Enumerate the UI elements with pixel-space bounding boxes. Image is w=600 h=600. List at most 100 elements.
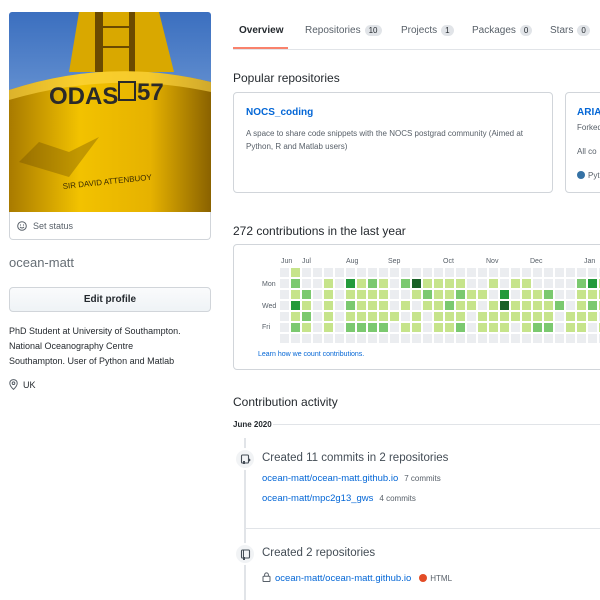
contribution-cell[interactable] (291, 312, 300, 321)
tab-overview[interactable]: Overview (239, 25, 283, 36)
contribution-cell[interactable] (335, 323, 344, 332)
contribution-cell[interactable] (511, 268, 520, 277)
contribution-cell[interactable] (445, 312, 454, 321)
contribution-cell[interactable] (577, 268, 586, 277)
contribution-cell[interactable] (566, 334, 575, 343)
contribution-cell[interactable] (511, 290, 520, 299)
contribution-cell[interactable] (368, 334, 377, 343)
contribution-cell[interactable] (412, 334, 421, 343)
contribution-cell[interactable] (313, 323, 322, 332)
contribution-cell[interactable] (478, 312, 487, 321)
contribution-cell[interactable] (412, 301, 421, 310)
contribution-cell[interactable] (313, 312, 322, 321)
contribution-cell[interactable] (335, 301, 344, 310)
contribution-cell[interactable] (478, 279, 487, 288)
contribution-cell[interactable] (302, 312, 311, 321)
contribution-cell[interactable] (555, 334, 564, 343)
contribution-cell[interactable] (445, 323, 454, 332)
contribution-cell[interactable] (533, 323, 542, 332)
contribution-cell[interactable] (357, 323, 366, 332)
contribution-cell[interactable] (412, 290, 421, 299)
contribution-cell[interactable] (511, 301, 520, 310)
contribution-cell[interactable] (335, 334, 344, 343)
contribution-cell[interactable] (489, 301, 498, 310)
activity-repo-link[interactable]: ocean-matt/ocean-matt.github.io (275, 573, 411, 584)
contribution-cell[interactable] (434, 312, 443, 321)
contribution-cell[interactable] (544, 301, 553, 310)
contribution-cell[interactable] (588, 301, 597, 310)
commit-count-link[interactable]: 7 commits (404, 474, 440, 483)
contribution-cell[interactable] (434, 290, 443, 299)
contribution-cell[interactable] (280, 290, 289, 299)
edit-profile-button[interactable]: Edit profile (9, 287, 211, 312)
contribution-cell[interactable] (346, 279, 355, 288)
contribution-cell[interactable] (577, 290, 586, 299)
contribution-cell[interactable] (423, 268, 432, 277)
contribution-cell[interactable] (357, 268, 366, 277)
contribution-cell[interactable] (588, 279, 597, 288)
contribution-cell[interactable] (390, 334, 399, 343)
contribution-cell[interactable] (588, 312, 597, 321)
contribution-cell[interactable] (280, 268, 289, 277)
contribution-cell[interactable] (302, 279, 311, 288)
contribution-cell[interactable] (544, 312, 553, 321)
contribution-cell[interactable] (401, 334, 410, 343)
contribution-cell[interactable] (324, 279, 333, 288)
learn-contributions-link[interactable]: Learn how we count contributions. (258, 351, 364, 358)
contribution-cell[interactable] (555, 268, 564, 277)
contribution-cell[interactable] (500, 301, 509, 310)
contribution-cell[interactable] (346, 323, 355, 332)
contribution-cell[interactable] (489, 323, 498, 332)
contribution-cell[interactable] (456, 334, 465, 343)
contribution-cell[interactable] (566, 268, 575, 277)
repo-name-link[interactable]: ARIA (577, 107, 600, 118)
contribution-cell[interactable] (566, 312, 575, 321)
contribution-cell[interactable] (522, 290, 531, 299)
set-status-button[interactable]: Set status (9, 212, 211, 240)
contribution-cell[interactable] (401, 290, 410, 299)
contribution-cell[interactable] (313, 301, 322, 310)
contribution-cell[interactable] (324, 290, 333, 299)
contribution-cell[interactable] (346, 290, 355, 299)
contribution-cell[interactable] (456, 301, 465, 310)
contribution-cell[interactable] (445, 268, 454, 277)
contribution-cell[interactable] (489, 268, 498, 277)
contribution-cell[interactable] (588, 268, 597, 277)
contribution-cell[interactable] (346, 312, 355, 321)
contribution-cell[interactable] (478, 334, 487, 343)
contribution-cell[interactable] (511, 279, 520, 288)
contribution-cell[interactable] (280, 334, 289, 343)
contribution-cell[interactable] (467, 301, 476, 310)
contribution-cell[interactable] (500, 312, 509, 321)
repo-name-link[interactable]: NOCS_coding (246, 107, 313, 118)
contribution-cell[interactable] (445, 334, 454, 343)
contribution-cell[interactable] (577, 334, 586, 343)
contribution-cell[interactable] (280, 301, 289, 310)
contribution-cell[interactable] (379, 312, 388, 321)
contribution-cell[interactable] (423, 334, 432, 343)
contribution-cell[interactable] (478, 268, 487, 277)
contribution-cell[interactable] (511, 312, 520, 321)
contribution-cell[interactable] (577, 279, 586, 288)
contribution-cell[interactable] (555, 323, 564, 332)
contribution-cell[interactable] (434, 323, 443, 332)
contribution-cell[interactable] (368, 279, 377, 288)
contribution-cell[interactable] (280, 323, 289, 332)
contribution-cell[interactable] (291, 268, 300, 277)
contribution-cell[interactable] (522, 334, 531, 343)
contribution-cell[interactable] (456, 268, 465, 277)
contribution-cell[interactable] (291, 323, 300, 332)
contribution-cell[interactable] (434, 334, 443, 343)
contribution-cell[interactable] (577, 323, 586, 332)
contribution-cell[interactable] (379, 268, 388, 277)
contribution-cell[interactable] (401, 268, 410, 277)
tab-packages[interactable]: Packages 0 (472, 25, 533, 36)
contribution-cell[interactable] (335, 290, 344, 299)
contribution-cell[interactable] (291, 334, 300, 343)
contribution-cell[interactable] (412, 268, 421, 277)
contribution-cell[interactable] (555, 301, 564, 310)
contribution-cell[interactable] (291, 290, 300, 299)
contribution-cell[interactable] (313, 268, 322, 277)
contribution-cell[interactable] (423, 323, 432, 332)
contribution-cell[interactable] (434, 301, 443, 310)
